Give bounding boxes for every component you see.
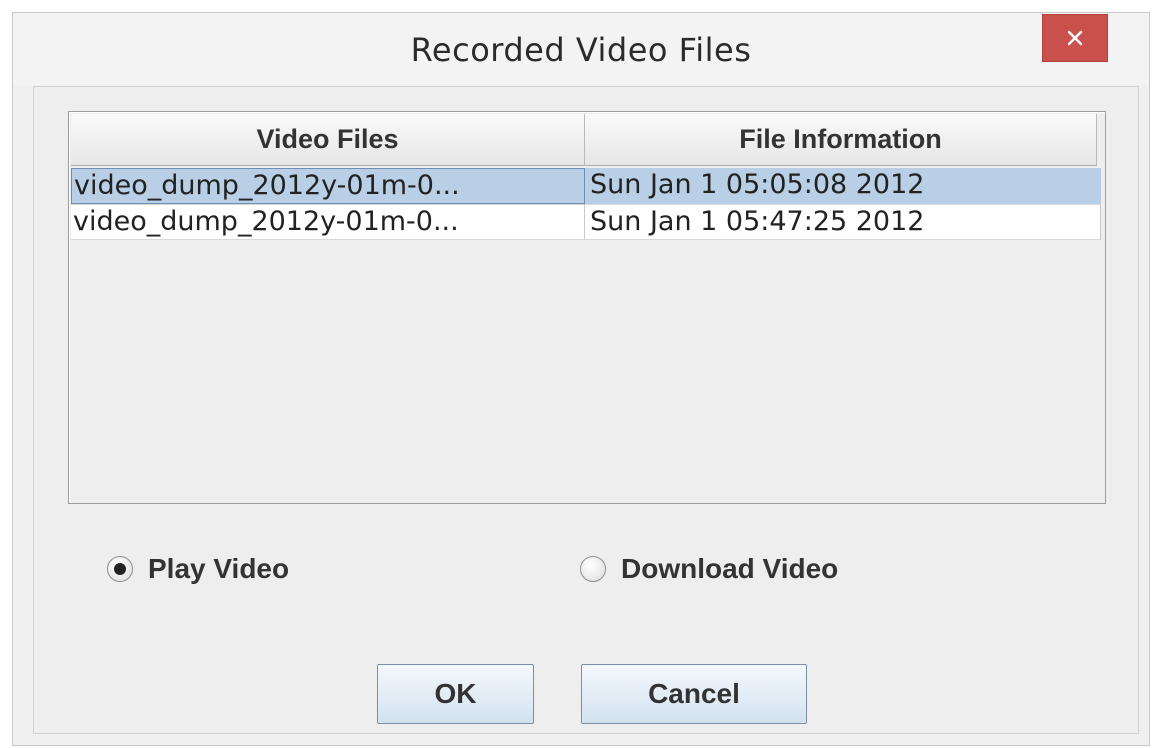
file-information-cell: Sun Jan 1 05:05:08 2012 xyxy=(585,168,1101,204)
column-header-file-information[interactable]: File Information xyxy=(585,114,1097,166)
cancel-button[interactable]: Cancel xyxy=(581,664,807,724)
recorded-video-files-dialog: Recorded Video Files Video Files File In… xyxy=(12,12,1150,746)
video-action-radio-group: Play Video Download Video xyxy=(34,553,1140,597)
video-file-cell: video_dump_2012y-01m-0... xyxy=(71,204,585,240)
ok-button[interactable]: OK xyxy=(377,664,534,724)
radio-selected-dot xyxy=(114,563,126,575)
column-header-video-files[interactable]: Video Files xyxy=(71,114,585,166)
play-video-radio[interactable]: Play Video xyxy=(107,553,289,585)
dialog-content: Video Files File Information video_dump_… xyxy=(33,86,1139,734)
play-video-label[interactable]: Play Video xyxy=(148,553,289,585)
close-button[interactable] xyxy=(1042,14,1108,62)
table-header: Video Files File Information xyxy=(71,114,1097,166)
file-information-cell: Sun Jan 1 05:47:25 2012 xyxy=(585,204,1101,240)
download-video-radio-circle[interactable] xyxy=(580,556,606,582)
video-file-cell: video_dump_2012y-01m-0... xyxy=(71,168,585,204)
download-video-label[interactable]: Download Video xyxy=(621,553,838,585)
dialog-title: Recorded Video Files xyxy=(410,31,752,69)
close-icon xyxy=(1067,30,1083,46)
table-row[interactable]: video_dump_2012y-01m-0... Sun Jan 1 05:0… xyxy=(71,168,1101,204)
table-row[interactable]: video_dump_2012y-01m-0... Sun Jan 1 05:4… xyxy=(71,204,1101,240)
table-body: video_dump_2012y-01m-0... Sun Jan 1 05:0… xyxy=(71,168,1101,240)
video-files-table: Video Files File Information video_dump_… xyxy=(68,111,1106,504)
play-video-radio-circle[interactable] xyxy=(107,556,133,582)
download-video-radio[interactable]: Download Video xyxy=(580,553,838,585)
title-bar[interactable]: Recorded Video Files xyxy=(13,13,1149,85)
